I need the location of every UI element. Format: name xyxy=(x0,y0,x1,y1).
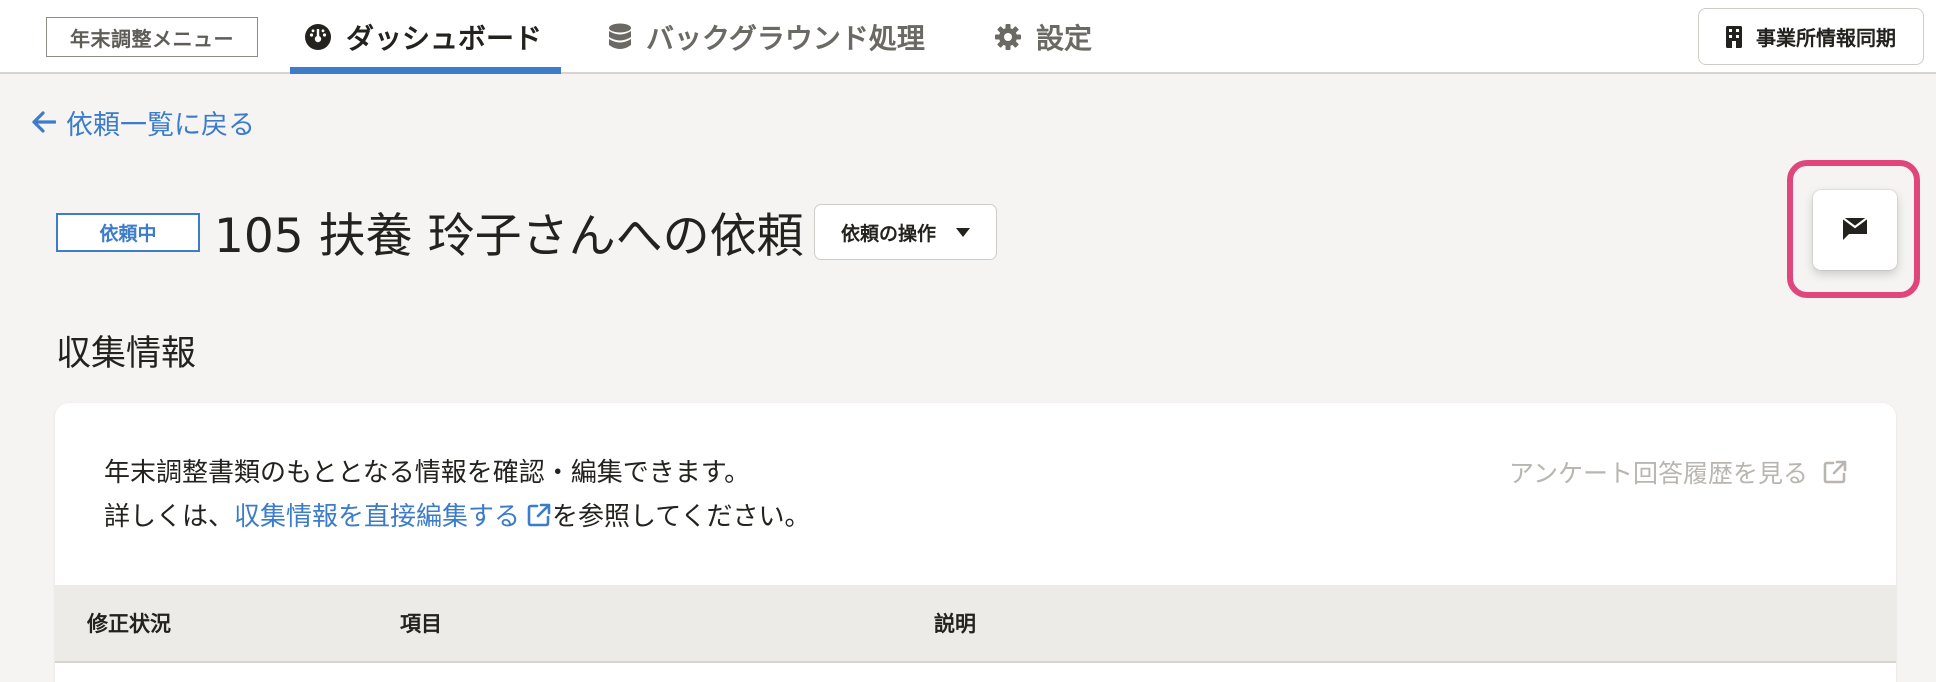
history-link-label: アンケート回答履歴を見る xyxy=(1508,459,1808,488)
tab-dashboard[interactable]: ダッシュボード xyxy=(290,0,561,74)
message-button[interactable] xyxy=(1813,190,1897,270)
database-icon xyxy=(608,23,632,51)
message-envelope-icon xyxy=(1839,214,1871,246)
caret-down-icon xyxy=(956,227,970,237)
column-header-status: 修正状況 xyxy=(87,612,171,636)
description-line-1: 年末調整書類のもととなる情報を確認・編集できます。 xyxy=(104,458,751,488)
back-link-label: 依頼一覧に戻る xyxy=(66,109,255,141)
sync-button-label: 事業所情報同期 xyxy=(1756,26,1896,50)
arrow-left-icon xyxy=(32,111,56,133)
tab-settings[interactable]: 設定 xyxy=(994,0,1092,74)
survey-history-link[interactable]: アンケート回答履歴を見る xyxy=(1509,454,1848,490)
description-suffix: を参照してください。 xyxy=(552,502,811,532)
collected-info-card: 年末調整書類のもととなる情報を確認・編集できます。 詳しくは、収集情報を直接編集… xyxy=(55,403,1896,682)
status-badge: 依頼中 xyxy=(56,213,200,252)
building-icon xyxy=(1726,25,1742,48)
table-divider xyxy=(367,663,1896,665)
dashboard-gauge-icon xyxy=(304,23,332,51)
menu-badge[interactable]: 年末調整メニュー xyxy=(46,17,258,57)
external-link-icon xyxy=(1822,459,1848,485)
request-operations-button[interactable]: 依頼の操作 xyxy=(814,204,997,260)
description-line-2: 詳しくは、収集情報を直接編集する を参照してください。 xyxy=(104,495,810,539)
top-nav-bar: 年末調整メニュー ダッシュボード バックグラウンド処理 設定 事業所情報同期 xyxy=(0,0,1936,74)
tab-background-label: バックグラウンド処理 xyxy=(646,22,925,55)
gear-icon xyxy=(994,23,1022,51)
tab-settings-label: 設定 xyxy=(1036,22,1093,55)
office-info-sync-button[interactable]: 事業所情報同期 xyxy=(1698,8,1924,65)
page-title: 105 扶養 玲子さんへの依頼 xyxy=(214,208,804,264)
external-link-icon xyxy=(526,502,552,528)
column-header-description: 説明 xyxy=(934,612,976,636)
back-to-request-list-link[interactable]: 依頼一覧に戻る xyxy=(32,104,255,141)
ops-button-label: 依頼の操作 xyxy=(840,222,936,245)
direct-edit-help-link[interactable]: 収集情報を直接編集する xyxy=(234,502,552,532)
table-header: 修正状況 項目 説明 xyxy=(55,585,1896,663)
description-prefix: 詳しくは、 xyxy=(104,502,235,532)
direct-edit-link-label: 収集情報を直接編集する xyxy=(234,502,521,532)
tab-background-processing[interactable]: バックグラウンド処理 xyxy=(608,0,925,74)
section-title: 収集情報 xyxy=(56,334,197,374)
tab-dashboard-label: ダッシュボード xyxy=(346,22,543,55)
card-description: 年末調整書類のもととなる情報を確認・編集できます。 詳しくは、収集情報を直接編集… xyxy=(104,451,810,539)
column-header-item: 項目 xyxy=(400,612,442,636)
